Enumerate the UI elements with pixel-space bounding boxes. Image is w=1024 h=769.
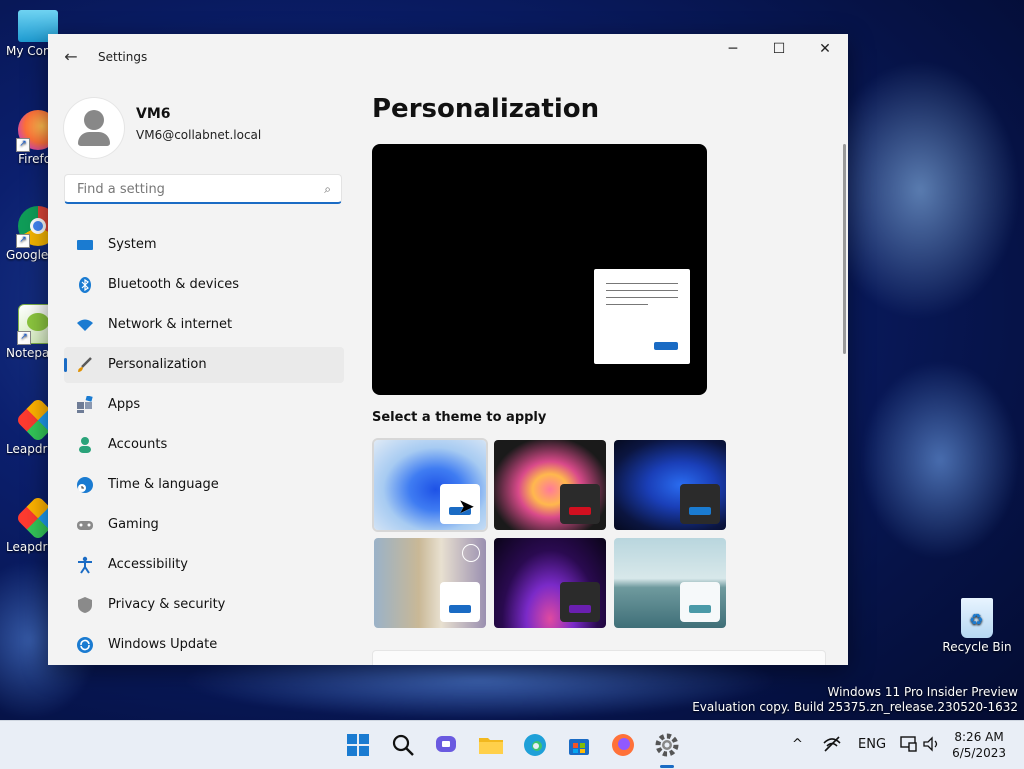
search-icon: ⌕	[324, 182, 331, 196]
sidebar-item-time-language[interactable]: Time & language	[64, 467, 344, 503]
spotlight-icon	[462, 544, 480, 562]
display-icon[interactable]	[899, 735, 919, 757]
window-title: Settings	[98, 50, 148, 64]
search-icon	[392, 734, 414, 756]
sidebar-item-windows-update[interactable]: Windows Update	[64, 627, 344, 663]
user-name: VM6	[136, 106, 171, 122]
theme-flow[interactable]	[614, 538, 726, 628]
edge-icon	[524, 734, 546, 756]
firefox-button[interactable]	[609, 731, 637, 759]
brush-icon	[76, 356, 94, 374]
clock-date: 6/5/2023	[952, 746, 1006, 760]
sidebar-item-personalization[interactable]: Personalization	[64, 347, 344, 383]
sidebar-item-label: Accounts	[108, 437, 168, 452]
gamepad-icon	[76, 516, 94, 534]
sidebar-item-privacy-security[interactable]: Privacy & security	[64, 587, 344, 623]
evaluation-watermark: Windows 11 Pro Insider Preview Evaluatio…	[692, 685, 1018, 715]
windows-logo-icon	[347, 734, 369, 756]
store-icon	[569, 739, 589, 755]
theme-section-heading: Select a theme to apply	[372, 410, 547, 425]
sidebar-item-label: Network & internet	[108, 317, 233, 332]
avatar	[64, 98, 124, 158]
theme-glow[interactable]	[494, 440, 606, 530]
theme-captured-motion[interactable]	[494, 538, 606, 628]
sidebar-item-apps[interactable]: Apps	[64, 387, 344, 423]
sidebar-item-label: Accessibility	[108, 557, 188, 572]
sidebar-nav: System Bluetooth & devices Network & int…	[64, 227, 344, 665]
system-clock[interactable]: 8:26 AM 6/5/2023	[952, 729, 1006, 761]
sidebar-item-label: System	[108, 237, 157, 252]
taskbar: ^ ENG 8:26 AM 6/5/2023	[0, 720, 1024, 769]
apps-icon	[76, 395, 94, 414]
preview-dialog	[594, 269, 690, 364]
settings-button[interactable]	[653, 731, 681, 759]
sidebar-item-label: Privacy & security	[108, 597, 226, 612]
theme-spotlight[interactable]	[374, 538, 486, 628]
store-button[interactable]	[565, 731, 593, 759]
bluetooth-icon	[76, 276, 94, 294]
globe-clock-icon	[76, 476, 94, 494]
chat-button[interactable]	[433, 731, 461, 759]
shield-icon	[76, 596, 94, 614]
show-hidden-icons-button[interactable]: ^	[792, 737, 803, 752]
update-icon	[76, 636, 94, 654]
shortcut-arrow-icon: ↗	[16, 138, 30, 152]
recycle-bin-icon: ♻	[961, 598, 993, 638]
file-explorer-button[interactable]	[477, 731, 505, 759]
start-button[interactable]	[344, 731, 372, 759]
maximize-button[interactable]: ☐	[756, 34, 802, 64]
sidebar-item-label: Apps	[108, 397, 141, 412]
firefox-icon	[612, 734, 634, 756]
main-content: Personalization Select a theme to apply	[372, 80, 848, 665]
theme-options-card[interactable]	[372, 650, 826, 665]
gear-icon	[655, 733, 679, 757]
sidebar-item-label: Bluetooth & devices	[108, 277, 239, 292]
page-title: Personalization	[372, 94, 600, 124]
settings-window: ← Settings ─ ☐ ✕ VM6 VM6@collabnet.local…	[48, 34, 848, 665]
user-account-card[interactable]: VM6 VM6@collabnet.local	[64, 98, 344, 158]
scrollbar[interactable]	[843, 144, 846, 354]
mouse-pointer-icon: ➤	[458, 494, 475, 518]
sidebar-item-label: Gaming	[108, 517, 159, 532]
sidebar-item-gaming[interactable]: Gaming	[64, 507, 344, 543]
desktop-icon-label: Recycle Bin	[942, 640, 1012, 654]
clock-time: 8:26 AM	[954, 730, 1004, 744]
sidebar-item-label: Time & language	[108, 477, 219, 492]
sidebar-item-label: Personalization	[108, 357, 207, 372]
title-bar[interactable]: ← Settings ─ ☐ ✕	[48, 34, 848, 80]
network-status-icon[interactable]	[822, 735, 842, 757]
sidebar-item-network[interactable]: Network & internet	[64, 307, 344, 343]
back-button[interactable]: ←	[60, 48, 82, 66]
person-icon	[76, 436, 94, 454]
chat-icon	[436, 736, 456, 752]
edge-button[interactable]	[521, 731, 549, 759]
accessibility-icon	[76, 556, 94, 574]
folder-icon	[479, 738, 503, 754]
sidebar-item-system[interactable]: System	[64, 227, 344, 263]
desktop-icon-recycle-bin[interactable]: ♻ Recycle Bin	[940, 598, 1014, 654]
search-input[interactable]	[75, 181, 309, 198]
theme-windows-dark[interactable]	[614, 440, 726, 530]
sidebar-item-accounts[interactable]: Accounts	[64, 427, 344, 463]
sidebar-item-bluetooth[interactable]: Bluetooth & devices	[64, 267, 344, 303]
watermark-line-1: Windows 11 Pro Insider Preview	[827, 685, 1018, 699]
shortcut-arrow-icon: ↗	[16, 234, 30, 248]
watermark-line-2: Evaluation copy. Build 25375.zn_release.…	[692, 700, 1018, 714]
minimize-button[interactable]: ─	[710, 34, 756, 64]
volume-icon[interactable]	[922, 735, 942, 757]
search-button[interactable]	[389, 731, 417, 759]
close-button[interactable]: ✕	[802, 34, 848, 64]
monitor-icon	[76, 236, 94, 254]
user-email: VM6@collabnet.local	[136, 128, 262, 142]
sidebar-item-label: Windows Update	[108, 637, 218, 652]
sidebar-item-accessibility[interactable]: Accessibility	[64, 547, 344, 583]
input-language-indicator[interactable]: ENG	[858, 737, 886, 752]
shortcut-arrow-icon: ↗	[17, 331, 31, 345]
theme-preview	[372, 144, 707, 395]
wifi-icon	[76, 316, 94, 334]
search-box[interactable]: ⌕	[64, 174, 342, 204]
